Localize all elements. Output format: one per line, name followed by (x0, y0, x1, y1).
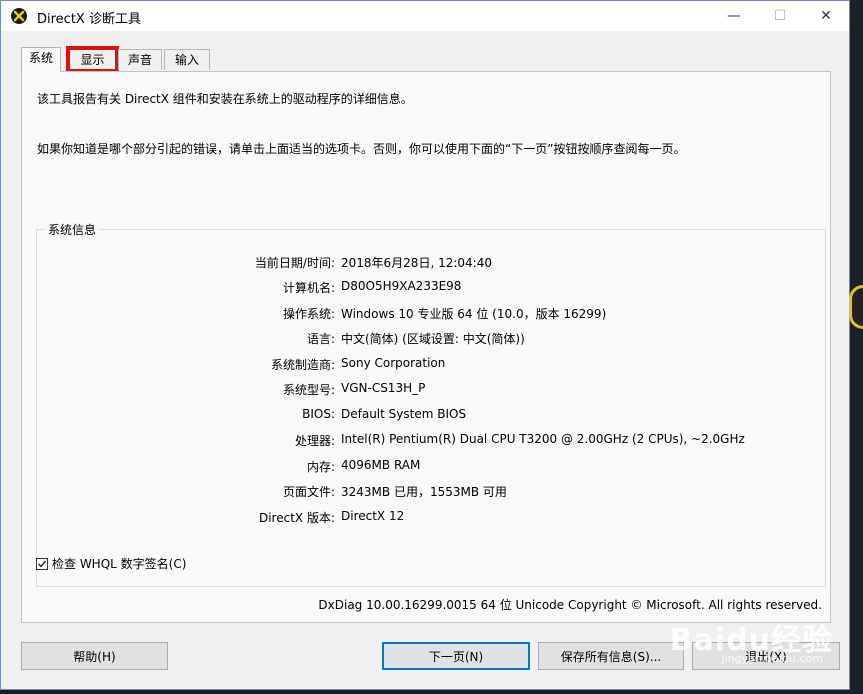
title-bar: DirectX 诊断工具 — ☐ ✕ (1, 1, 849, 31)
info-label: 页面文件: (282, 485, 335, 499)
info-row-os: 操作系统: Windows 10 专业版 64 位 (10.0，版本 16299… (37, 305, 825, 325)
tab-display[interactable]: 显示 (66, 46, 119, 73)
info-value: Default System BIOS (341, 407, 467, 421)
info-label: 系统制造商: (270, 358, 335, 372)
info-label: 计算机名: (282, 281, 335, 295)
tab-sound[interactable]: 声音 (118, 49, 162, 70)
minimize-button[interactable]: — (711, 1, 757, 31)
maximize-button[interactable]: ☐ (757, 1, 803, 31)
info-label: BIOS: (302, 407, 335, 421)
system-info-group: 系统信息 当前日期/时间: 2018年6月28日, 12:04:40 计算机名:… (36, 221, 826, 587)
info-row-memory: 内存: 4096MB RAM (37, 458, 825, 478)
directx-diagnostic-window: DirectX 诊断工具 — ☐ ✕ 系统 显示 声音 输入 该工具报告有关 D… (0, 0, 850, 690)
info-label: 内存: (306, 460, 335, 474)
info-row-manufacturer: 系统制造商: Sony Corporation (37, 356, 825, 376)
intro-text-1: 该工具报告有关 DirectX 组件和安装在系统上的驱动程序的详细信息。 (37, 92, 413, 106)
save-all-info-button[interactable]: 保存所有信息(S)... (538, 642, 684, 670)
info-value: VGN-CS13H_P (341, 381, 426, 395)
tab-system[interactable]: 系统 (21, 47, 61, 72)
info-value: Sony Corporation (341, 356, 446, 370)
checkmark-icon (38, 560, 47, 568)
close-button[interactable]: ✕ (803, 1, 849, 31)
info-value: 2018年6月28日, 12:04:40 (341, 256, 492, 270)
whql-check-row[interactable]: 检查 WHQL 数字签名(C) (36, 555, 186, 572)
info-value: Windows 10 专业版 64 位 (10.0，版本 16299) (341, 307, 607, 321)
window-title: DirectX 诊断工具 (37, 12, 141, 27)
info-label: 操作系统: (282, 307, 335, 321)
version-copyright-text: DxDiag 10.00.16299.0015 64 位 Unicode Cop… (318, 598, 822, 612)
intro-text-2: 如果你知道是哪个部分引起的错误，请单击上面适当的选项卡。否则，你可以使用下面的“… (37, 142, 686, 156)
info-value: D80O5H9XA233E98 (341, 279, 462, 293)
directx-icon (11, 8, 27, 24)
info-row-datetime: 当前日期/时间: 2018年6月28日, 12:04:40 (37, 254, 825, 274)
info-row-model: 系统型号: VGN-CS13H_P (37, 381, 825, 401)
tab-input[interactable]: 输入 (164, 49, 210, 70)
system-info-title: 系统信息 (45, 221, 100, 238)
info-label: 当前日期/时间: (254, 256, 335, 270)
info-label: 处理器: (294, 434, 335, 448)
tab-panel-system: 该工具报告有关 DirectX 组件和安装在系统上的驱动程序的详细信息。 如果你… (21, 71, 831, 623)
info-row-pagefile: 页面文件: 3243MB 已用，1553MB 可用 (37, 483, 825, 503)
info-value: 3243MB 已用，1553MB 可用 (341, 485, 507, 499)
help-button[interactable]: 帮助(H) (21, 642, 168, 670)
baidu-watermark-url: jingyan.baidu.com (721, 652, 823, 665)
info-row-computer-name: 计算机名: D80O5H9XA233E98 (37, 279, 825, 299)
info-value: Intel(R) Pentium(R) Dual CPU T3200 @ 2.0… (341, 432, 745, 446)
info-row-processor: 处理器: Intel(R) Pentium(R) Dual CPU T3200 … (37, 432, 825, 452)
info-row-directx-version: DirectX 版本: DirectX 12 (37, 509, 825, 529)
whql-checkbox[interactable] (36, 557, 48, 570)
info-label: 语言: (306, 332, 335, 346)
info-label: DirectX 版本: (258, 511, 335, 525)
next-page-button[interactable]: 下一页(N) (382, 642, 530, 670)
info-label: 系统型号: (282, 383, 335, 397)
whql-check-label[interactable]: 检查 WHQL 数字签名(C) (52, 555, 186, 572)
info-row-bios: BIOS: Default System BIOS (37, 407, 825, 427)
desktop-icon-partial (849, 285, 863, 329)
info-value: 4096MB RAM (341, 458, 421, 472)
info-row-language: 语言: 中文(简体) (区域设置: 中文(简体)) (37, 330, 825, 350)
info-value: 中文(简体) (区域设置: 中文(简体)) (341, 332, 525, 346)
info-value: DirectX 12 (341, 509, 405, 523)
